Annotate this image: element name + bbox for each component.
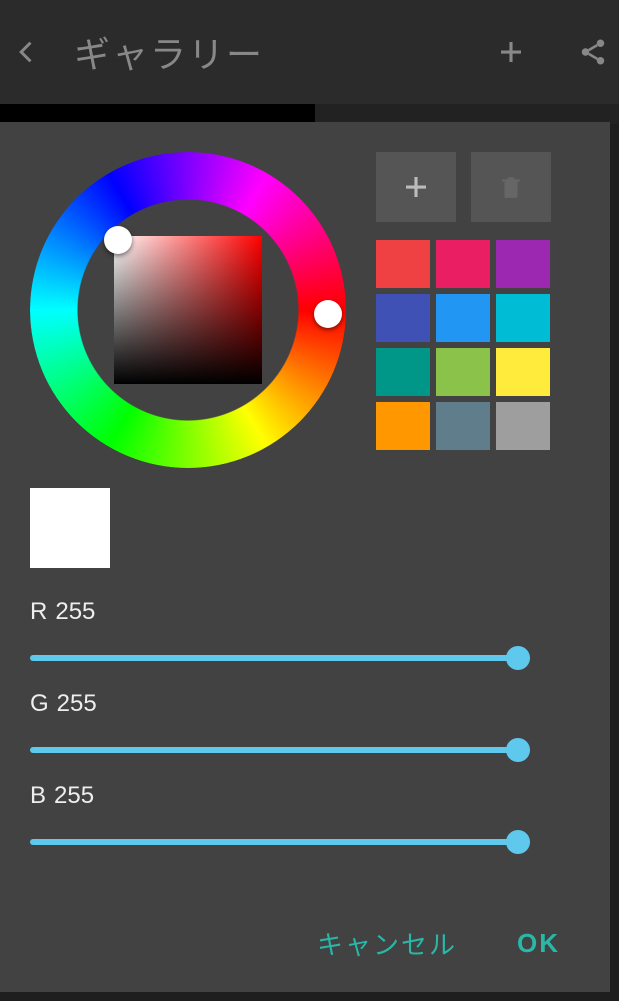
app-header: ギャラリー	[0, 0, 619, 104]
color-preview	[30, 488, 110, 568]
swatch-item[interactable]	[376, 294, 430, 342]
slider-r-channel: R	[30, 598, 47, 626]
add-swatch-button[interactable]	[376, 152, 456, 222]
share-icon[interactable]	[577, 36, 609, 68]
page-title: ギャラリー	[74, 26, 264, 78]
slider-g-label: G 255	[30, 690, 570, 718]
color-picker-dialog: R 255 G 255 B 255	[0, 122, 610, 992]
slider-r-track[interactable]	[30, 646, 530, 670]
rgb-sliders: R 255 G 255 B 255	[30, 598, 570, 854]
swatch-item[interactable]	[376, 402, 430, 450]
slider-b-value: 255	[54, 782, 94, 810]
slider-g: G 255	[30, 690, 570, 762]
swatch-item[interactable]	[436, 348, 490, 396]
cancel-button[interactable]: キャンセル	[317, 925, 457, 962]
slider-b: B 255	[30, 782, 570, 854]
slider-b-thumb[interactable]	[506, 830, 530, 854]
picker-row	[30, 152, 570, 468]
swatch-item[interactable]	[436, 402, 490, 450]
delete-swatch-button[interactable]	[471, 152, 551, 222]
slider-r-thumb[interactable]	[506, 646, 530, 670]
swatch-item[interactable]	[496, 348, 550, 396]
swatch-item[interactable]	[436, 294, 490, 342]
slider-r-value: 255	[55, 598, 95, 626]
slider-r: R 255	[30, 598, 570, 670]
slider-b-track[interactable]	[30, 830, 530, 854]
swatch-item[interactable]	[436, 240, 490, 288]
swatch-item[interactable]	[496, 294, 550, 342]
add-icon[interactable]	[495, 36, 527, 68]
saturation-value-box[interactable]	[114, 236, 262, 384]
slider-g-fill	[30, 747, 530, 753]
swatch-grid	[376, 240, 556, 450]
sv-handle[interactable]	[104, 226, 132, 254]
back-icon[interactable]	[10, 35, 44, 69]
swatch-tools	[376, 152, 556, 222]
ok-button[interactable]: OK	[517, 928, 560, 959]
slider-b-fill	[30, 839, 530, 845]
color-wheel[interactable]	[30, 152, 346, 468]
dialog-footer: キャンセル OK	[317, 925, 560, 962]
slider-b-channel: B	[30, 782, 46, 810]
swatch-item[interactable]	[376, 240, 430, 288]
swatch-item[interactable]	[496, 240, 550, 288]
slider-r-label: R 255	[30, 598, 570, 626]
slider-r-fill	[30, 655, 530, 661]
thumbnail-strip	[0, 104, 619, 124]
swatch-panel	[376, 152, 556, 468]
hue-handle[interactable]	[314, 300, 342, 328]
slider-g-track[interactable]	[30, 738, 530, 762]
swatch-item[interactable]	[496, 402, 550, 450]
slider-b-label: B 255	[30, 782, 570, 810]
slider-g-value: 255	[57, 690, 97, 718]
header-actions	[495, 36, 609, 68]
slider-g-thumb[interactable]	[506, 738, 530, 762]
swatch-item[interactable]	[376, 348, 430, 396]
slider-g-channel: G	[30, 690, 49, 718]
